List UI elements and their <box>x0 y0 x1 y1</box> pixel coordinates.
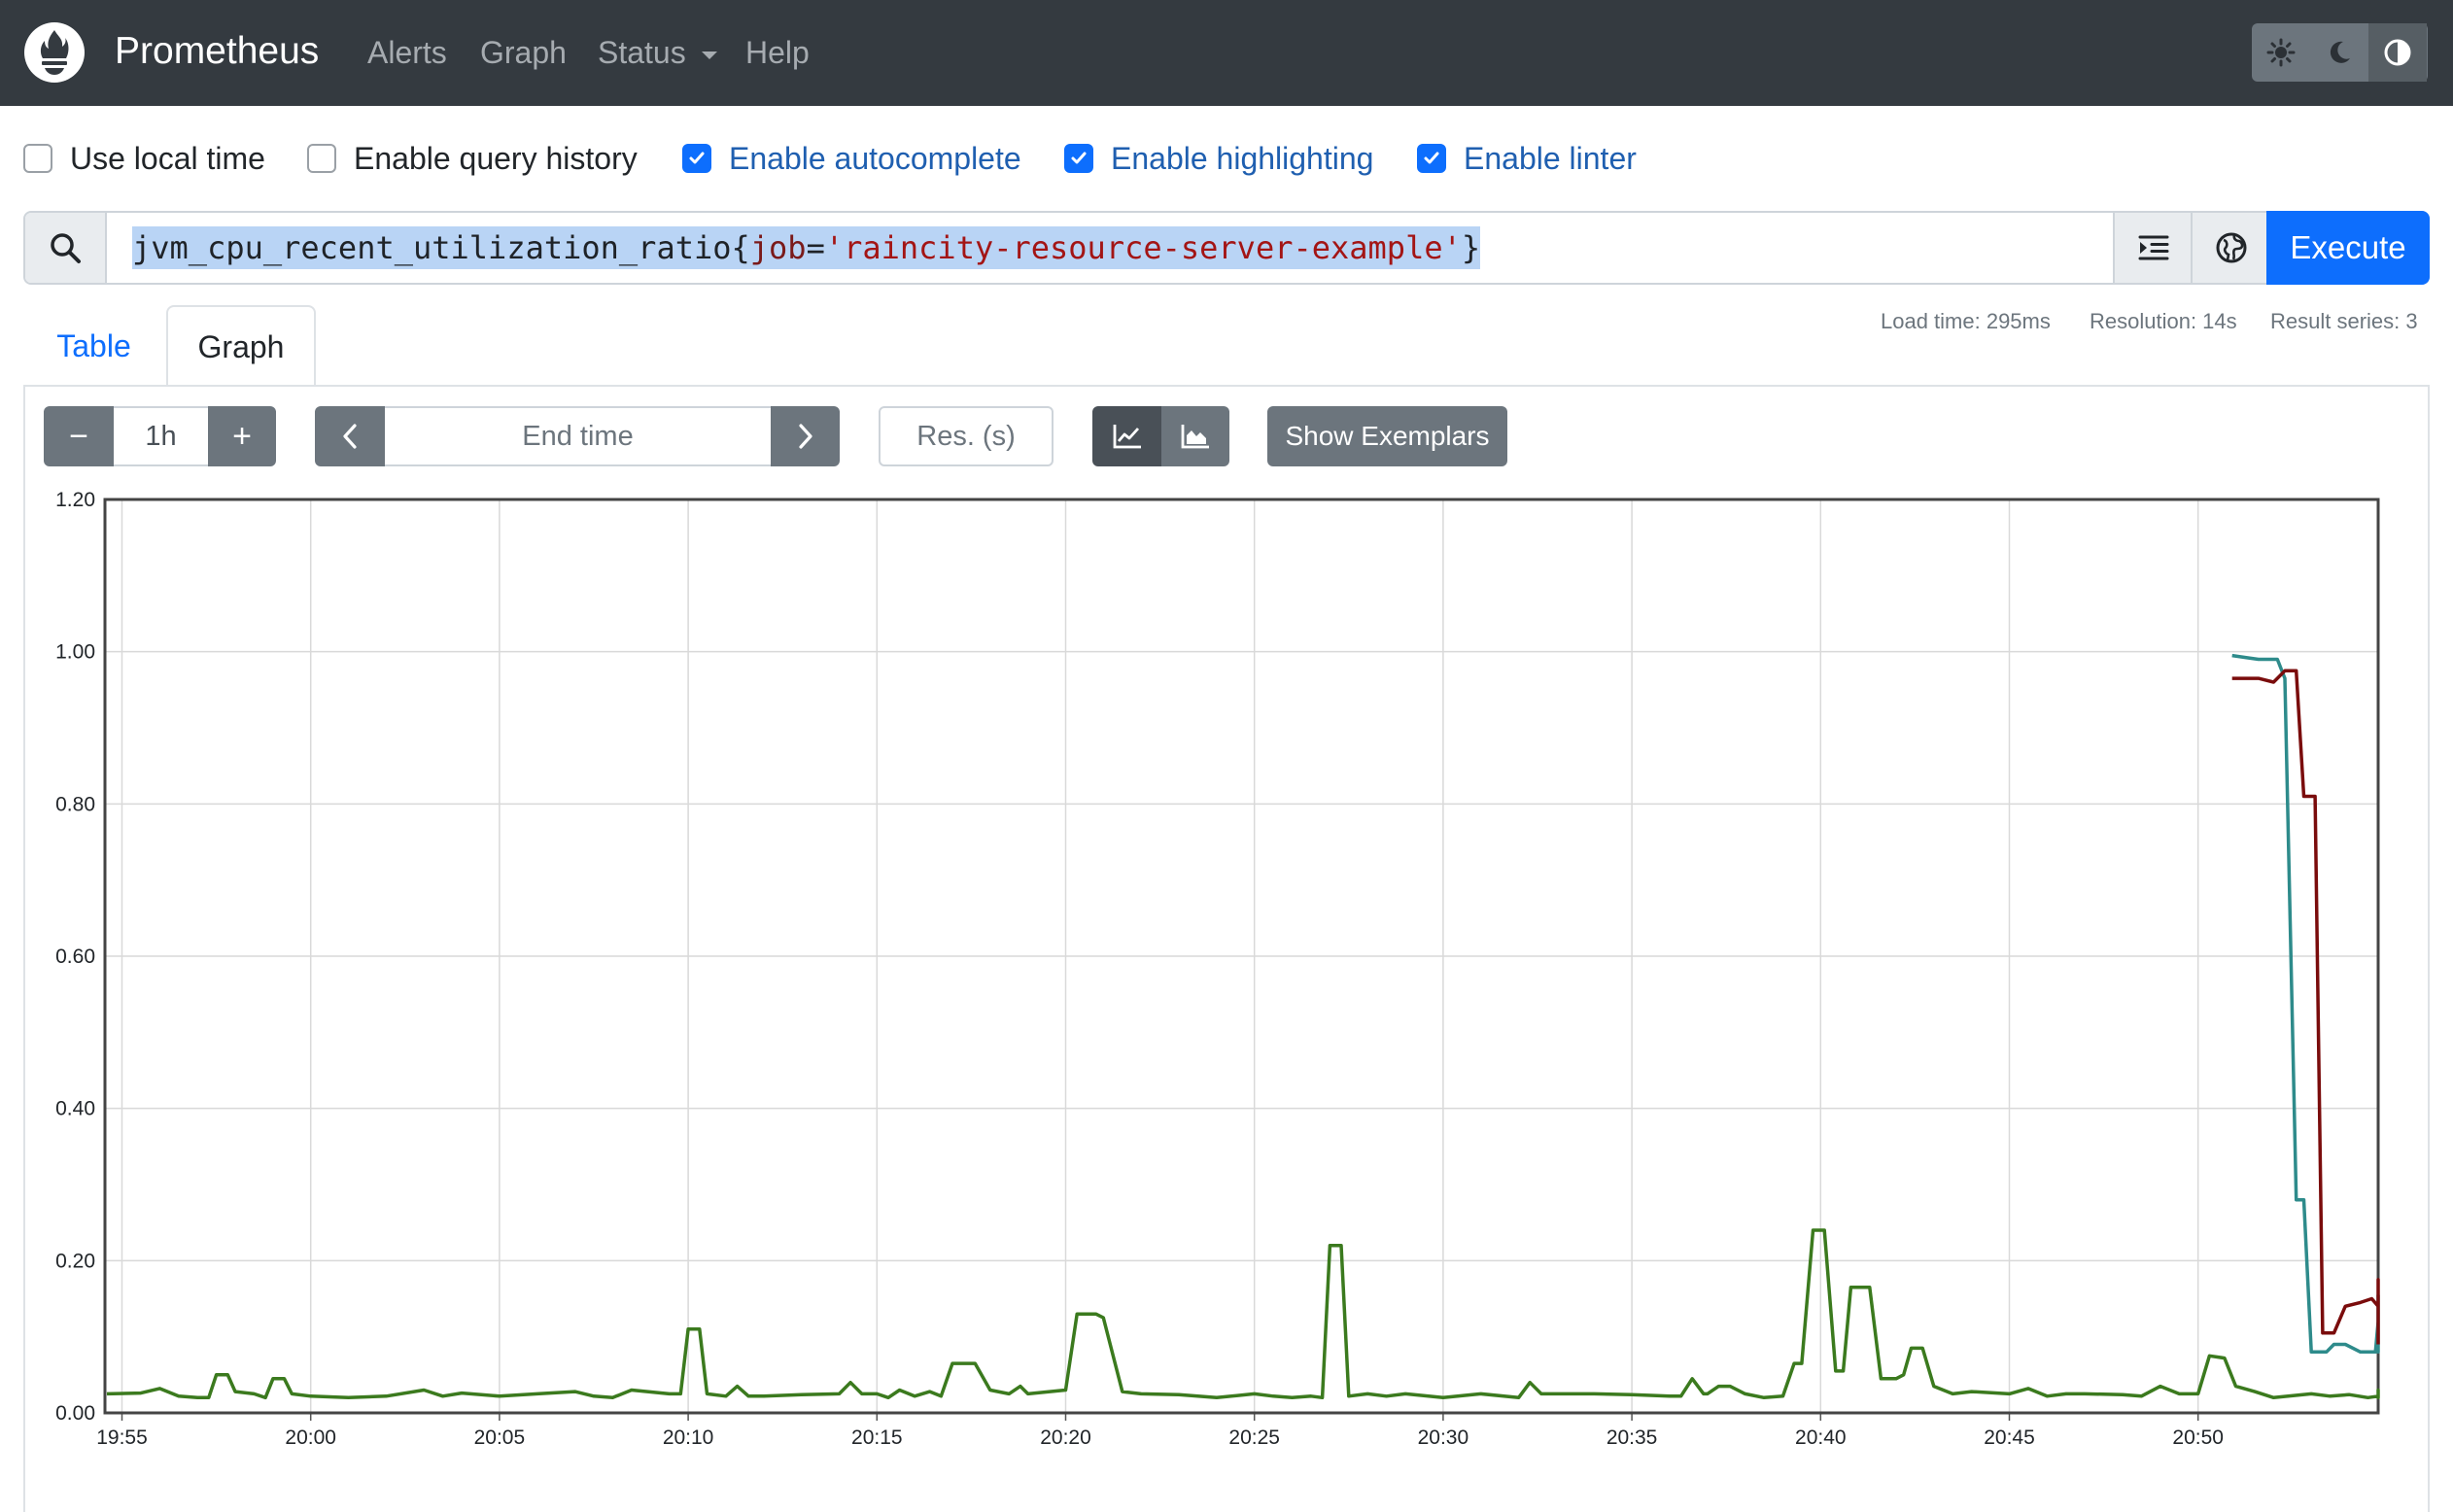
checkbox-checked[interactable] <box>682 144 711 173</box>
resolution-input[interactable]: Res. (s) <box>879 406 1054 466</box>
execute-button[interactable]: Execute <box>2266 211 2430 285</box>
end-time-placeholder: End time <box>522 420 634 452</box>
decrease-range-button[interactable]: − <box>44 406 114 466</box>
format-expression-button[interactable] <box>2113 213 2193 283</box>
dark-theme-button[interactable] <box>2310 23 2368 82</box>
resolution-stat: Resolution: 14s <box>2090 309 2237 333</box>
checkbox-checked[interactable] <box>1417 144 1446 173</box>
option-enable-highlighting[interactable]: Enable highlighting <box>1064 139 1373 178</box>
show-exemplars-button[interactable]: Show Exemplars <box>1267 406 1507 466</box>
contrast-icon <box>2384 39 2411 66</box>
option-label: Enable linter <box>1464 140 1637 176</box>
nav-alerts[interactable]: Alerts <box>367 30 447 75</box>
stacked-chart-button[interactable] <box>1161 406 1229 466</box>
query-expression-input[interactable]: jvm_cpu_recent_utilization_ratio{job='ra… <box>132 226 1481 269</box>
option-label: Enable autocomplete <box>729 140 1021 176</box>
option-enable-linter[interactable]: Enable linter <box>1417 139 1637 178</box>
query-label-name: job <box>749 229 807 266</box>
query-bar: jvm_cpu_recent_utilization_ratio{job='ra… <box>23 211 2430 285</box>
load-time-stat: Load time: 295ms <box>1881 309 2051 333</box>
option-label: Enable highlighting <box>1111 140 1374 176</box>
line-chart-icon <box>1113 425 1141 449</box>
tab-table[interactable]: Table <box>23 305 164 387</box>
caret-down-icon <box>701 51 717 59</box>
check-icon <box>1424 152 1439 164</box>
result-series-stat: Result series: 3 <box>2270 309 2418 333</box>
check-icon <box>689 152 705 164</box>
nav-status-label: Status <box>598 35 686 70</box>
metrics-explorer-button[interactable] <box>2191 213 2270 283</box>
previous-time-button[interactable] <box>315 406 385 466</box>
checkbox-checked[interactable] <box>1064 144 1093 173</box>
query-label-value: 'raincity-resource-server-example' <box>824 229 1462 266</box>
query-metric-name: jvm_cpu_recent_utilization_ratio <box>132 229 732 266</box>
query-close-brace: } <box>1461 229 1481 266</box>
moon-icon <box>2330 41 2350 63</box>
search-addon <box>25 213 107 283</box>
area-chart-icon <box>1181 425 1209 449</box>
nav-graph[interactable]: Graph <box>480 30 567 75</box>
search-icon <box>51 233 81 263</box>
prometheus-logo-icon[interactable] <box>23 21 86 84</box>
query-open-brace: { <box>731 229 750 266</box>
nav-help[interactable]: Help <box>745 30 810 75</box>
range-input[interactable]: 1h <box>114 406 208 466</box>
next-time-button[interactable] <box>771 406 840 466</box>
option-label: Enable query history <box>354 140 638 176</box>
checkbox[interactable] <box>23 144 52 173</box>
increase-range-button[interactable]: + <box>208 406 276 466</box>
option-label: Use local time <box>70 140 265 176</box>
globe-icon <box>2216 232 2247 263</box>
option-use-local-time[interactable]: Use local time <box>23 139 265 178</box>
indent-icon <box>2138 235 2169 260</box>
check-icon <box>1071 152 1087 164</box>
brand-title[interactable]: Prometheus <box>115 27 319 76</box>
chevron-right-icon <box>798 424 812 449</box>
option-enable-autocomplete[interactable]: Enable autocomplete <box>682 139 1021 178</box>
query-equals: = <box>806 229 825 266</box>
resolution-placeholder: Res. (s) <box>916 420 1016 452</box>
checkbox[interactable] <box>307 144 336 173</box>
graph-panel <box>23 385 2430 1512</box>
auto-theme-button[interactable] <box>2368 23 2427 82</box>
theme-switcher <box>2252 23 2428 82</box>
unstacked-chart-button[interactable] <box>1092 406 1161 466</box>
chevron-left-icon <box>343 424 357 449</box>
top-navbar: Prometheus Alerts Graph Status Help <box>0 0 2453 106</box>
nav-status[interactable]: Status <box>598 30 718 75</box>
sun-icon <box>2266 38 2296 67</box>
end-time-input[interactable]: End time <box>385 406 771 466</box>
tab-graph[interactable]: Graph <box>166 305 316 387</box>
option-enable-query-history[interactable]: Enable query history <box>307 139 638 178</box>
light-theme-button[interactable] <box>2252 23 2310 82</box>
